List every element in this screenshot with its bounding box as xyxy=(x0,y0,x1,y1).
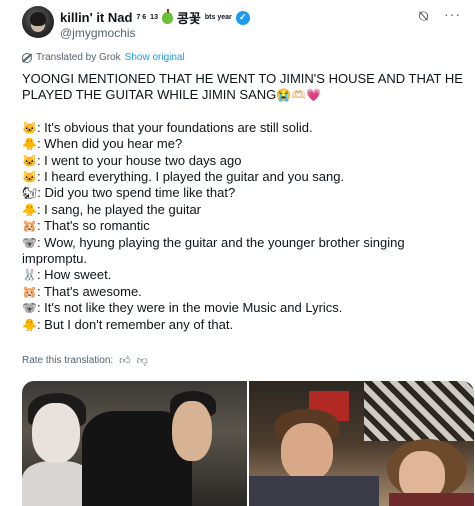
rate-translation: Rate this translation: 👍︎ 👎︎ xyxy=(22,354,148,367)
photo-figure xyxy=(389,493,474,506)
translated-notice: Translated by Grok Show original xyxy=(22,52,185,63)
dialogue-line: 🐿: Did you two spend time like that? xyxy=(22,185,470,201)
dialogue-line: 🐰: How sweet. xyxy=(22,267,470,283)
speaker-emoji: 🐹 xyxy=(22,284,37,299)
dialogue-line: 🐹: That's so romantic xyxy=(22,218,470,234)
thumbs-up-icon[interactable]: 👍︎ xyxy=(119,354,131,367)
speaker-emoji: 🐥 xyxy=(22,202,37,217)
translated-label: Translated by Grok xyxy=(36,52,121,63)
speaker-emoji: 🐹 xyxy=(22,219,37,234)
speaker-emoji: 🐱 xyxy=(22,170,37,185)
grok-small-icon xyxy=(22,52,32,63)
dialogue-line: 🐱: I heard everything. I played the guit… xyxy=(22,169,470,185)
photo-left[interactable] xyxy=(22,381,247,506)
photo-figure xyxy=(249,476,379,506)
author-display-name[interactable]: killin' it Nad xyxy=(60,10,132,25)
line-text: : But I don't remember any of that. xyxy=(36,316,234,332)
dialogue-line: 🐱: It's obvious that your foundations ar… xyxy=(22,120,470,136)
tweet-header: killin' it Nad 7 6 13 콩꽃 bts year ✓ @jmyg… xyxy=(22,6,465,46)
more-icon[interactable]: ··· xyxy=(444,6,461,22)
speaker-emoji: 🐨 xyxy=(22,235,37,250)
dialogue-line: 🐱: I went to your house two days ago xyxy=(22,153,470,169)
speaker-emoji: 🐱 xyxy=(22,120,37,135)
name-sub: 13 xyxy=(150,14,158,21)
speaker-emoji: 🐰 xyxy=(22,268,37,283)
dialogue-line: 🐨: Wow, hyung playing the guitar and the… xyxy=(22,235,470,268)
line-text: : It's not like they were in the movie M… xyxy=(36,300,343,316)
photo-right[interactable] xyxy=(249,381,474,506)
photo-backdrop xyxy=(364,381,474,441)
tweet-headline: YOONGI MENTIONED THAT HE WENT TO JIMIN'S… xyxy=(22,71,470,104)
photo-figure xyxy=(32,403,80,463)
line-text: : That's awesome. xyxy=(36,283,142,299)
headline-text: YOONGI MENTIONED THAT HE WENT TO JIMIN'S… xyxy=(22,71,463,103)
tweet-text: YOONGI MENTIONED THAT HE WENT TO JIMIN'S… xyxy=(22,71,470,333)
line-text: : How sweet. xyxy=(36,267,112,283)
photo-figure xyxy=(281,423,333,481)
show-original-link[interactable]: Show original xyxy=(125,52,185,63)
dialogue-line: 🐥: I sang, he played the guitar xyxy=(22,202,470,218)
verified-badge-icon: ✓ xyxy=(235,10,250,25)
headline-emojis: 😭🫶🏻💗 xyxy=(276,88,322,103)
line-text: : Did you two spend time like that? xyxy=(37,185,236,201)
speaker-emoji: 🐨 xyxy=(22,301,37,316)
dialogue-line: 🐨: It's not like they were in the movie … xyxy=(22,300,470,316)
line-text: : I heard everything. I played the guita… xyxy=(36,169,345,185)
green-apple-icon xyxy=(161,8,173,24)
speaker-emoji: 🐥 xyxy=(22,137,37,152)
line-text: : Wow, hyung playing the guitar and the … xyxy=(22,234,405,267)
dialogue-line: 🐥: But I don't remember any of that. xyxy=(22,317,470,333)
name-sup: 7 6 xyxy=(136,14,147,21)
dialogue-line: 🐥: When did you hear me? xyxy=(22,136,470,152)
thumbs-down-icon[interactable]: 👎︎ xyxy=(137,354,148,367)
line-text: : It's obvious that your foundations are… xyxy=(36,119,313,135)
line-text: : I went to your house two days ago xyxy=(36,152,242,168)
name-badge-text: bts year xyxy=(204,14,232,21)
grok-icon[interactable]: ⍉ xyxy=(419,9,435,25)
dialogue-line: 🐹: That's awesome. xyxy=(22,284,470,300)
speaker-emoji: 🐥 xyxy=(22,317,37,332)
speaker-emoji: 🐱 xyxy=(22,153,37,168)
speaker-emoji: 🐿 xyxy=(22,186,38,201)
author-name-row[interactable]: killin' it Nad 7 6 13 콩꽃 bts year ✓ xyxy=(60,8,250,27)
line-text: : I sang, he played the guitar xyxy=(36,201,202,217)
line-text: : That's so romantic xyxy=(36,218,150,234)
line-text: : When did you hear me? xyxy=(36,136,183,152)
author-handle[interactable]: @jmygmochis xyxy=(60,26,136,40)
rate-label: Rate this translation: xyxy=(22,355,114,366)
author-name-extra: 콩꽃 xyxy=(176,11,201,26)
media-grid[interactable] xyxy=(22,381,474,506)
avatar[interactable] xyxy=(22,6,54,38)
dialogue-lines: 🐱: It's obvious that your foundations ar… xyxy=(22,120,470,333)
photo-figure xyxy=(172,401,212,461)
